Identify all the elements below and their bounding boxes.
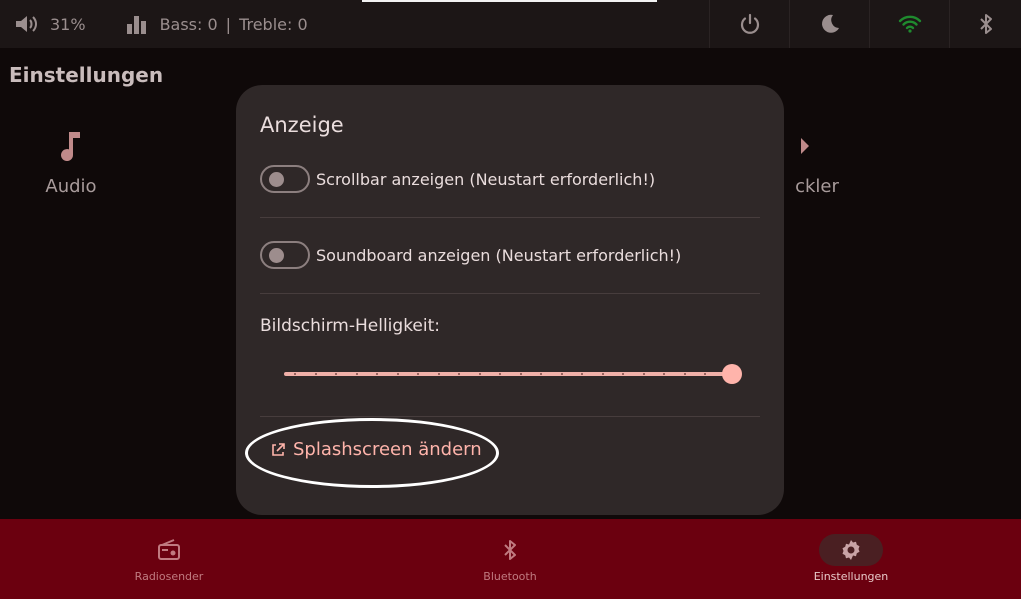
slider-tick <box>355 373 358 375</box>
divider <box>260 416 760 417</box>
bass-value: Bass: 0 <box>159 14 218 34</box>
slider-tick <box>601 373 604 375</box>
slider-track <box>284 372 728 376</box>
night-mode-button[interactable] <box>789 0 870 48</box>
brightness-label: Bildschirm-Helligkeit: <box>260 316 441 336</box>
nav-radiosender[interactable]: Radiosender <box>89 534 249 583</box>
chevron-icon <box>801 138 809 154</box>
slider-tick <box>540 373 542 375</box>
slider-tick <box>335 373 337 375</box>
nav-icon-container <box>137 534 201 566</box>
divider <box>260 293 760 294</box>
radio-icon <box>158 539 180 560</box>
divider <box>260 217 760 218</box>
slider-tick <box>437 373 440 375</box>
bluetooth-button[interactable] <box>949 0 1021 48</box>
power-icon <box>740 13 760 34</box>
slider-tick <box>581 373 583 375</box>
brightness-slider[interactable] <box>284 364 742 384</box>
music-note-icon <box>61 132 80 162</box>
bluetooth-icon <box>504 540 516 560</box>
slider-tick <box>314 373 317 375</box>
nav-bluetooth[interactable]: Bluetooth <box>430 534 590 583</box>
scrollbar-toggle[interactable] <box>260 165 310 193</box>
nav-label: Einstellungen <box>813 570 889 583</box>
status-bar: 31% Bass: 0 | Treble: 0 <box>0 0 1021 48</box>
slider-tick <box>294 373 296 375</box>
bluetooth-icon <box>980 14 992 34</box>
treble-value: Treble: 0 <box>239 14 308 34</box>
equalizer-icon[interactable] <box>126 14 148 34</box>
audio-status: 31% Bass: 0 | Treble: 0 <box>14 0 308 48</box>
slider-tick <box>622 373 624 375</box>
soundboard-toggle[interactable] <box>260 241 310 269</box>
slider-tick <box>417 373 419 375</box>
volume-level: 31% <box>50 14 86 34</box>
volume-icon[interactable] <box>14 14 40 34</box>
tile-audio[interactable]: Audio <box>11 128 131 197</box>
slider-tick <box>560 373 563 375</box>
slider-tick <box>376 373 378 375</box>
scrollbar-label: Scrollbar anzeigen (Neustart erforderlic… <box>316 169 656 189</box>
nav-icon-container <box>478 534 542 566</box>
slider-thumb[interactable] <box>722 364 742 384</box>
slider-tick <box>478 373 481 375</box>
slider-tick <box>683 373 686 375</box>
slider-tick <box>396 373 399 375</box>
tile-label: Audio <box>45 176 97 197</box>
gear-icon <box>842 540 860 560</box>
nav-icon-container <box>819 534 883 566</box>
top-indicator-strip <box>362 0 657 2</box>
slider-tick <box>519 373 522 375</box>
dialog-title: Anzeige <box>260 113 344 137</box>
toggle-knob <box>269 172 284 187</box>
moon-icon <box>822 14 839 33</box>
power-button[interactable] <box>709 0 790 48</box>
nav-einstellungen[interactable]: Einstellungen <box>771 534 931 583</box>
soundboard-label: Soundboard anzeigen (Neustart erforderli… <box>316 245 682 265</box>
scrollbar-setting-row[interactable]: Scrollbar anzeigen (Neustart erforderlic… <box>260 165 760 193</box>
nav-label: Radiosender <box>134 570 204 583</box>
page-title: Einstellungen <box>9 63 164 87</box>
slider-tick <box>499 373 501 375</box>
slider-tick <box>704 373 706 375</box>
status-separator: | <box>225 14 232 34</box>
slider-tick <box>663 373 665 375</box>
toggle-knob <box>269 248 284 263</box>
highlight-annotation <box>245 418 499 488</box>
wifi-button[interactable] <box>869 0 950 48</box>
nav-label: Bluetooth <box>483 570 537 583</box>
soundboard-setting-row[interactable]: Soundboard anzeigen (Neustart erforderli… <box>260 241 760 269</box>
slider-tick <box>458 373 460 375</box>
wifi-icon <box>898 15 922 33</box>
bottom-navigation: Radiosender Bluetooth Einstellungen <box>0 519 1021 599</box>
slider-tick <box>642 373 645 375</box>
